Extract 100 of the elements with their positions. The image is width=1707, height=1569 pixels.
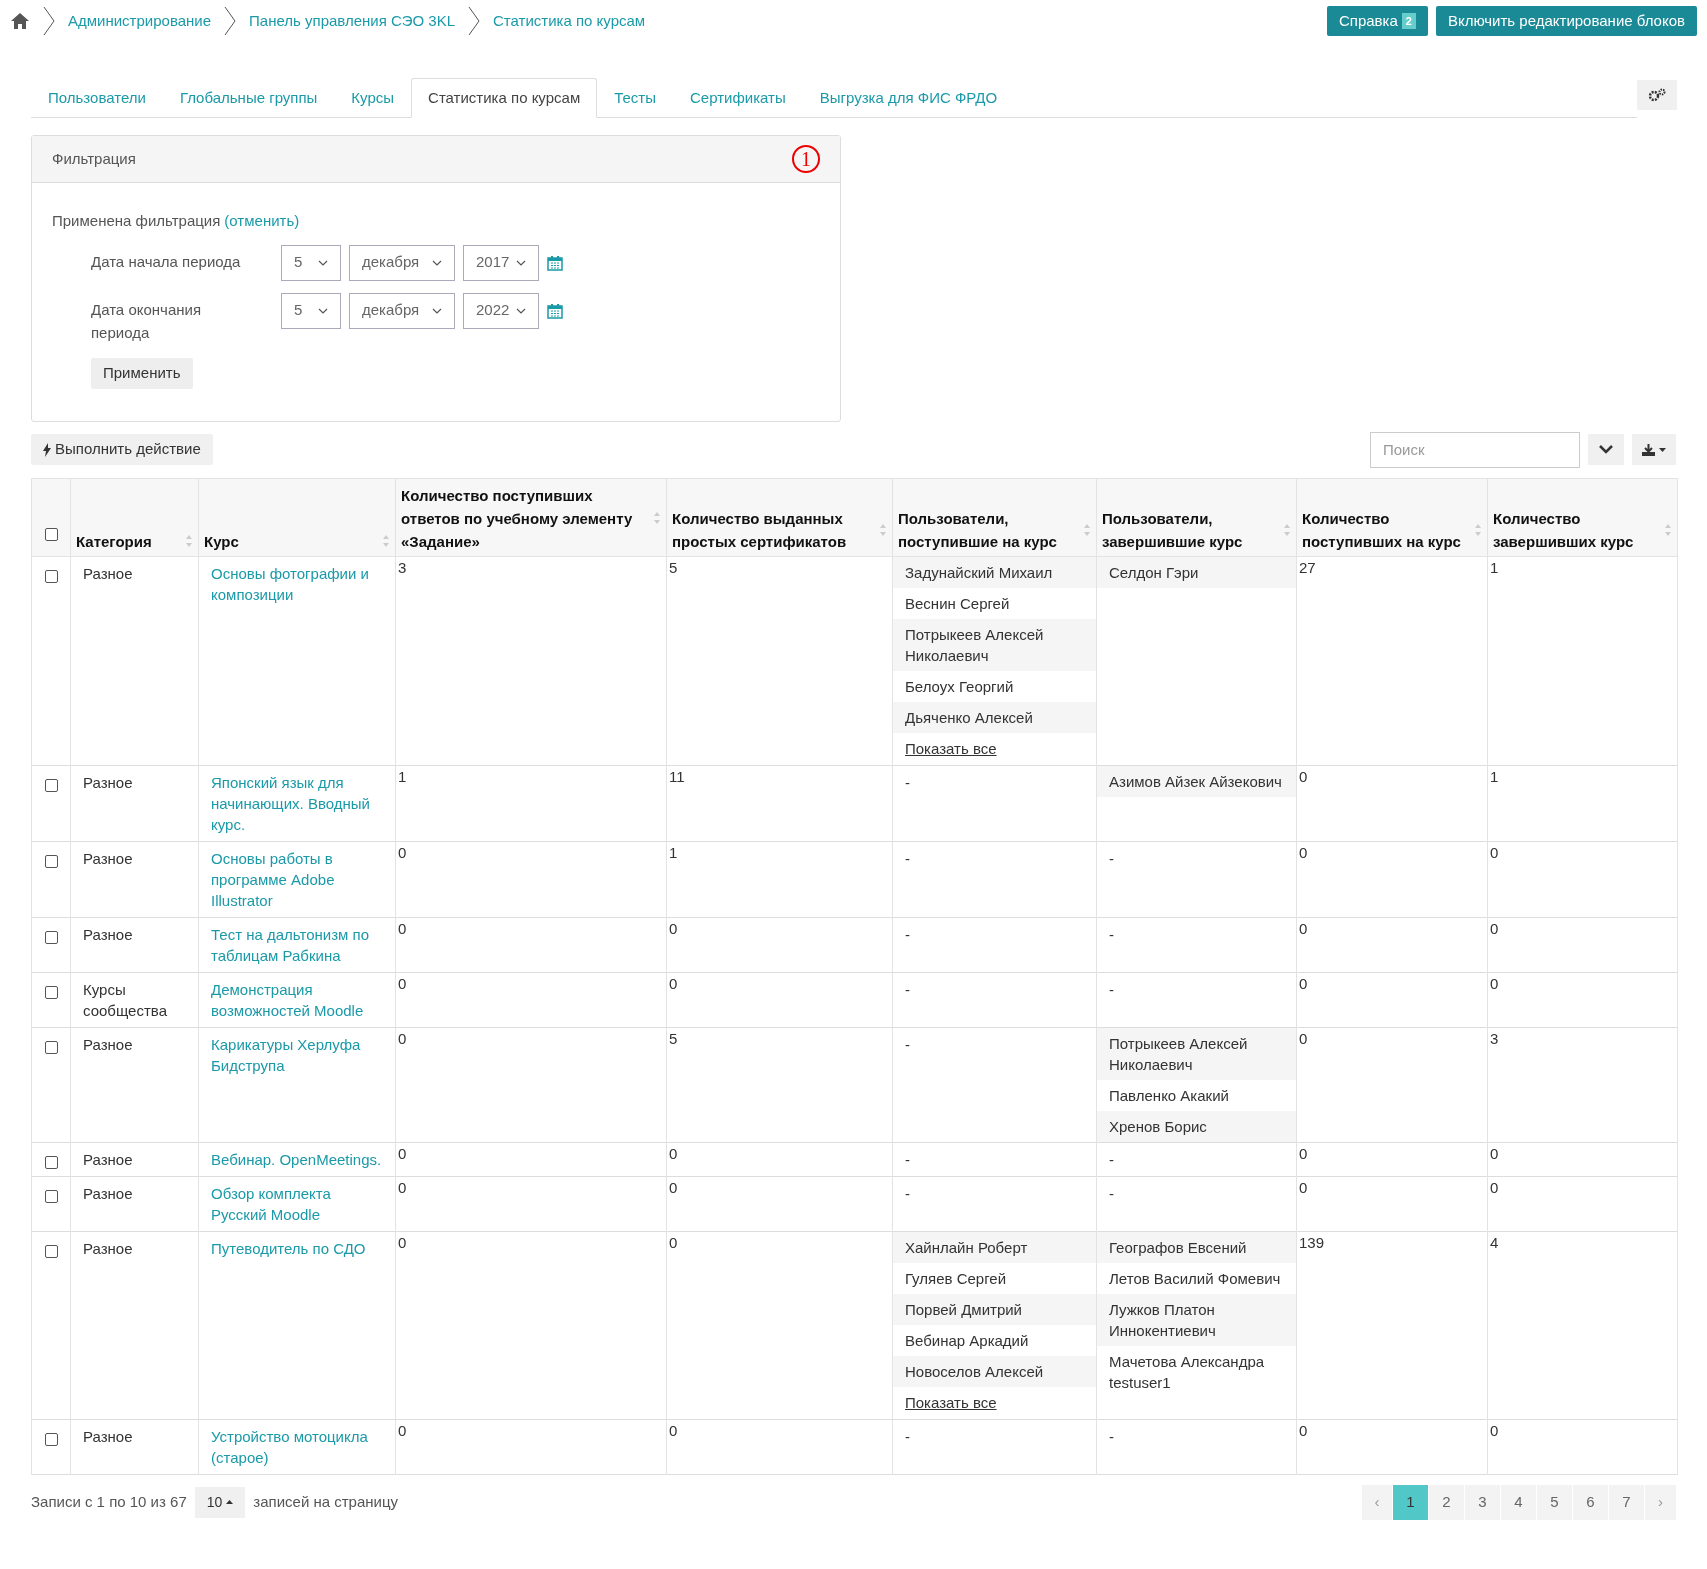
column-header[interactable]: Категория (76, 529, 152, 553)
checkbox[interactable] (44, 1189, 58, 1203)
cancel-filter-link[interactable]: (отменить) (224, 210, 300, 233)
page-button[interactable]: 5 (1537, 1484, 1573, 1520)
page-button[interactable]: 3 (1465, 1484, 1501, 1520)
checkbox[interactable] (44, 1040, 58, 1054)
year-select[interactable]: 2017 (463, 244, 539, 281)
table-cell: 0 (398, 843, 407, 861)
course-link[interactable]: Основы работы в программе Adobe Illustrator (211, 847, 383, 911)
checkbox[interactable] (44, 930, 58, 944)
month-select[interactable]: декабря (349, 292, 455, 329)
show-all-link[interactable]: Показать все (893, 732, 1009, 765)
course-link[interactable]: Основы фотографии и композиции (211, 562, 383, 605)
course-link[interactable]: Тест на дальтонизм по таблицам Рабкина (211, 923, 383, 966)
table-cell: 27 (1299, 558, 1316, 576)
marker-badge: 1 (792, 145, 820, 173)
course-link[interactable]: Демонстрация возможностей Moodle (211, 978, 383, 1021)
page-button[interactable]: 7 (1609, 1484, 1645, 1520)
user-name: Селдон Гэри (1097, 556, 1296, 588)
breadcrumb-link[interactable]: Панель управления СЭО 3KL (249, 9, 455, 33)
table-cell: 3 (1490, 1029, 1499, 1047)
table-cell: - (905, 1150, 910, 1168)
calendar-icon[interactable] (547, 302, 563, 319)
checkbox[interactable] (44, 854, 58, 868)
filter-title: Фильтрация (52, 148, 136, 169)
breadcrumb-link[interactable]: Администрирование (68, 9, 212, 33)
user-name: Азимов Айзек Айзекович (1097, 765, 1296, 797)
breadcrumb-link[interactable]: Статистика по курсам (493, 9, 646, 33)
table-cell: 11 (669, 767, 685, 785)
table-cell: - (1109, 980, 1114, 998)
user-name: Вебинар Аркадий (904, 1330, 1030, 1351)
apply-button[interactable]: Применить (91, 357, 193, 389)
help-button[interactable]: Справка 2 (1326, 6, 1428, 36)
table-cell: 0 (1490, 974, 1499, 992)
expand-button[interactable] (1588, 434, 1624, 465)
tab[interactable]: Глобальные группы (162, 78, 335, 118)
next-page-button[interactable]: › (1645, 1484, 1676, 1520)
table-cell: - (905, 925, 910, 943)
table-cell: 0 (1299, 919, 1308, 937)
tab[interactable]: Статистика по курсам (411, 78, 598, 118)
table-cell: - (905, 980, 910, 998)
course-link[interactable]: Устройство мотоцикла (старое) (211, 1425, 383, 1468)
calendar-icon[interactable] (547, 254, 563, 271)
course-link[interactable]: Японский язык для начинающих. Вводный курс. (211, 771, 383, 835)
course-link[interactable]: Путеводитель по СДО (211, 1237, 383, 1259)
checkbox[interactable] (44, 985, 58, 999)
home-icon[interactable] (10, 12, 30, 30)
checkbox[interactable] (44, 1155, 58, 1169)
search-field[interactable]: Поиск (1370, 431, 1580, 468)
checkbox[interactable] (44, 778, 58, 792)
table-cell: 0 (1299, 1421, 1308, 1439)
edit-blocks-button[interactable]: Включить редактирование блоков (1435, 6, 1697, 36)
column-header[interactable]: Курс (204, 529, 239, 553)
table-cell: 0 (398, 1144, 407, 1162)
checkbox[interactable] (44, 1432, 58, 1446)
table-cell: 5 (669, 558, 678, 576)
table-cell: 0 (669, 1233, 678, 1251)
table-cell-text: Разное (83, 848, 134, 869)
user-name: Хренов Борис (1097, 1110, 1296, 1142)
table-cell: 0 (1490, 1144, 1499, 1162)
page-button[interactable]: 1 (1393, 1484, 1429, 1520)
table-cell-text: Разное (83, 563, 134, 584)
records-info: Записи с 1 по 10 из 67 (31, 1491, 187, 1512)
checkbox[interactable] (44, 569, 58, 583)
month-select[interactable]: декабря (349, 244, 455, 281)
per-page-label: записей на страницу (253, 1491, 399, 1512)
tab[interactable]: Сертификаты (673, 78, 803, 118)
tab[interactable]: Выгрузка для ФИС ФРДО (802, 78, 1015, 118)
show-all-link[interactable]: Показать все (893, 1386, 1009, 1419)
year-select[interactable]: 2022 (463, 292, 539, 329)
table-cell: 4 (1490, 1233, 1499, 1251)
user-name: Белоух Георгий (904, 676, 1015, 697)
per-page-select[interactable]: 10 (194, 1486, 246, 1518)
table-cell: - (905, 849, 910, 867)
user-name: Новоселов Алексей (893, 1355, 1096, 1387)
table-cell: 0 (398, 1421, 407, 1439)
tab[interactable]: Курсы (334, 78, 412, 118)
previous-page-button[interactable]: ‹ (1362, 1484, 1393, 1520)
page-button[interactable]: 6 (1573, 1484, 1609, 1520)
download-button[interactable] (1632, 434, 1676, 465)
course-link[interactable]: Обзор комплекта Русский Moodle (211, 1182, 383, 1225)
page-button[interactable]: 2 (1429, 1484, 1465, 1520)
course-link[interactable]: Карикатуры Херлуфа Бидструпа (211, 1033, 383, 1076)
action-button[interactable]: Выполнить действие (31, 434, 213, 465)
settings-button[interactable] (1637, 80, 1677, 110)
table-cell: 0 (1490, 1178, 1499, 1196)
table-cell: 3 (398, 558, 407, 576)
day-select[interactable]: 5 (281, 292, 341, 329)
course-link[interactable]: Вебинар. OpenMeetings. (211, 1148, 383, 1170)
table-cell: 0 (398, 1233, 407, 1251)
tab[interactable]: Пользователи (31, 78, 163, 118)
checkbox[interactable] (44, 1244, 58, 1258)
tab[interactable]: Тесты (597, 78, 674, 118)
page-button[interactable]: 4 (1501, 1484, 1537, 1520)
checkbox[interactable] (44, 528, 58, 541)
chevron-down-icon (516, 307, 526, 314)
day-select[interactable]: 5 (281, 244, 341, 281)
table-cell: 0 (669, 1421, 678, 1439)
date-label: Дата начала периода (91, 251, 242, 272)
table-cell: 1 (1490, 767, 1499, 785)
